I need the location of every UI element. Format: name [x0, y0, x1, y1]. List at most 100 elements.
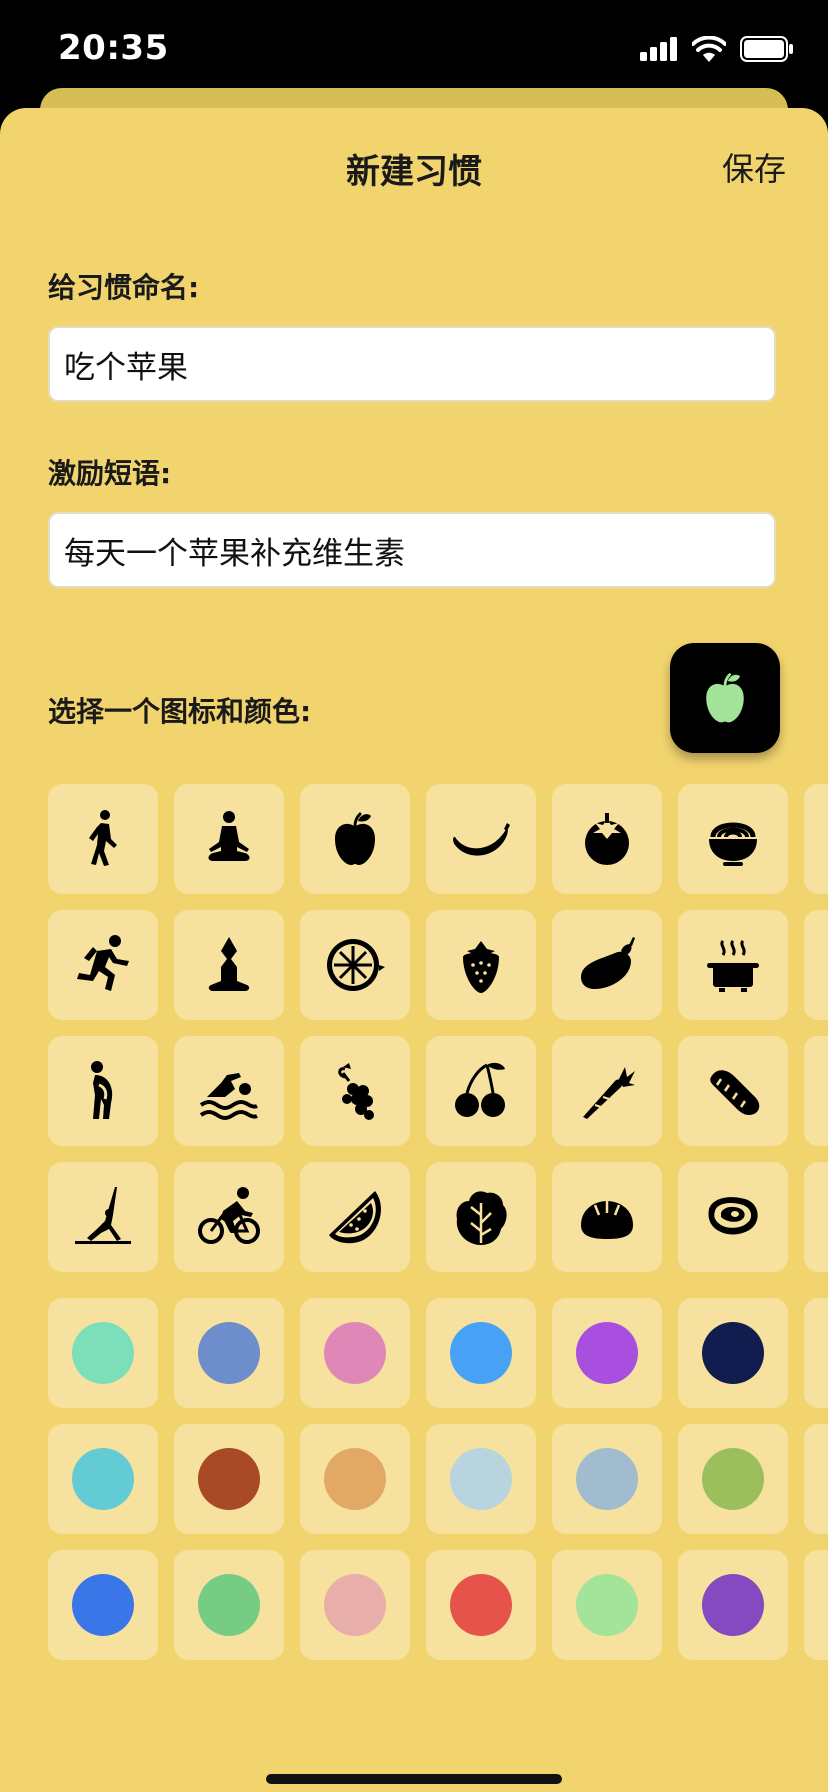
color-swatch	[324, 1448, 386, 1510]
icon-option-stretching[interactable]	[48, 1036, 158, 1146]
color-swatch	[198, 1322, 260, 1384]
status-time: 20:35	[58, 28, 169, 68]
icon-option-yoga-pose[interactable]	[174, 910, 284, 1020]
color-swatch	[702, 1448, 764, 1510]
icon-option-carrot[interactable]	[552, 1036, 662, 1146]
icon-option-cherries[interactable]	[426, 1036, 536, 1146]
icon-option-swimming[interactable]	[174, 1036, 284, 1146]
color-option[interactable]	[48, 1424, 158, 1534]
icon-option-grapes[interactable]	[300, 1036, 410, 1146]
stretching-icon	[91, 1061, 113, 1119]
color-option[interactable]	[48, 1298, 158, 1408]
icon-option-partial[interactable]	[804, 910, 828, 1020]
apple-icon	[335, 812, 375, 865]
yoga-pose-icon	[208, 937, 250, 991]
color-option[interactable]	[426, 1550, 536, 1660]
home-indicator	[266, 1774, 562, 1784]
color-option[interactable]	[678, 1298, 788, 1408]
swimming-icon	[199, 1073, 258, 1120]
color-option[interactable]	[174, 1298, 284, 1408]
icon-option-partial[interactable]	[804, 1162, 828, 1272]
color-option[interactable]	[174, 1424, 284, 1534]
color-option-partial[interactable]	[804, 1424, 828, 1534]
save-button[interactable]: 保存	[722, 144, 786, 190]
icon-option-cooking-pot[interactable]	[678, 910, 788, 1020]
cellular-signal-icon	[640, 37, 677, 61]
icon-color-label: 选择一个图标和颜色:	[48, 695, 312, 728]
icon-option-cycling[interactable]	[174, 1162, 284, 1272]
color-option[interactable]	[552, 1298, 662, 1408]
color-option[interactable]	[678, 1550, 788, 1660]
icon-option-lettuce[interactable]	[426, 1162, 536, 1272]
carrot-icon	[583, 1067, 635, 1119]
color-swatch	[324, 1322, 386, 1384]
color-swatch	[576, 1574, 638, 1636]
icon-option-bread[interactable]	[678, 1036, 788, 1146]
color-swatch	[72, 1574, 134, 1636]
battery-icon	[740, 36, 793, 62]
color-option[interactable]	[300, 1550, 410, 1660]
color-swatch	[324, 1574, 386, 1636]
motto-label: 激励短语:	[48, 457, 172, 490]
icon-option-apple[interactable]	[300, 784, 410, 894]
meditation-icon	[208, 811, 250, 861]
color-swatch	[198, 1574, 260, 1636]
motto-input[interactable]: 每天一个苹果补充维生素	[48, 512, 776, 588]
walking-icon	[89, 810, 117, 866]
watermelon-icon	[329, 1191, 381, 1244]
color-option[interactable]	[678, 1424, 788, 1534]
color-swatch	[450, 1322, 512, 1384]
color-swatch	[72, 1448, 134, 1510]
color-swatch	[576, 1322, 638, 1384]
color-option[interactable]	[426, 1298, 536, 1408]
page-title: 新建习惯	[346, 152, 482, 192]
color-swatch	[72, 1322, 134, 1384]
icon-option-steak[interactable]	[678, 1162, 788, 1272]
color-option[interactable]	[300, 1298, 410, 1408]
color-option[interactable]	[174, 1550, 284, 1660]
icon-option-lemon-slice[interactable]	[300, 910, 410, 1020]
color-option[interactable]	[300, 1424, 410, 1534]
icon-option-banana[interactable]	[426, 784, 536, 894]
wifi-icon	[692, 36, 726, 62]
icon-option-eggplant[interactable]	[552, 910, 662, 1020]
icon-option-strawberry[interactable]	[426, 910, 536, 1020]
color-swatch	[702, 1574, 764, 1636]
icon-option-running[interactable]	[48, 910, 158, 1020]
color-swatch	[576, 1448, 638, 1510]
icon-option-noodle-bowl[interactable]	[678, 784, 788, 894]
icon-option-partial[interactable]	[804, 784, 828, 894]
lettuce-icon	[456, 1191, 507, 1245]
bread-icon	[710, 1070, 760, 1115]
cooking-pot-icon	[707, 939, 759, 992]
color-swatch	[450, 1448, 512, 1510]
icon-option-meditation[interactable]	[174, 784, 284, 894]
lemon-slice-icon	[327, 939, 385, 991]
color-option[interactable]	[552, 1550, 662, 1660]
icon-option-watermelon[interactable]	[300, 1162, 410, 1272]
eggplant-icon	[581, 937, 635, 989]
icon-option-partial[interactable]	[804, 1036, 828, 1146]
cycling-icon	[198, 1187, 260, 1244]
icon-option-tomato[interactable]	[552, 784, 662, 894]
new-habit-sheet: 新建习惯 保存 给习惯命名: 吃个苹果 激励短语: 每天一个苹果补充维生素 选择…	[0, 108, 828, 1792]
icon-option-dumpling[interactable]	[552, 1162, 662, 1272]
banana-icon	[453, 823, 510, 856]
habit-name-input[interactable]: 吃个苹果	[48, 326, 776, 402]
color-swatch	[198, 1448, 260, 1510]
color-swatch	[450, 1574, 512, 1636]
color-option-partial[interactable]	[804, 1550, 828, 1660]
color-swatch	[702, 1322, 764, 1384]
icon-option-side-stretch[interactable]	[48, 1162, 158, 1272]
icon-option-walking[interactable]	[48, 784, 158, 894]
selected-icon-preview	[670, 643, 780, 753]
color-option-partial[interactable]	[804, 1298, 828, 1408]
dumpling-icon	[581, 1201, 633, 1239]
tomato-icon	[585, 813, 629, 865]
cherries-icon	[455, 1062, 505, 1117]
color-option[interactable]	[48, 1550, 158, 1660]
habit-name-label: 给习惯命名:	[48, 271, 200, 304]
side-stretch-icon	[75, 1187, 131, 1244]
color-option[interactable]	[552, 1424, 662, 1534]
color-option[interactable]	[426, 1424, 536, 1534]
